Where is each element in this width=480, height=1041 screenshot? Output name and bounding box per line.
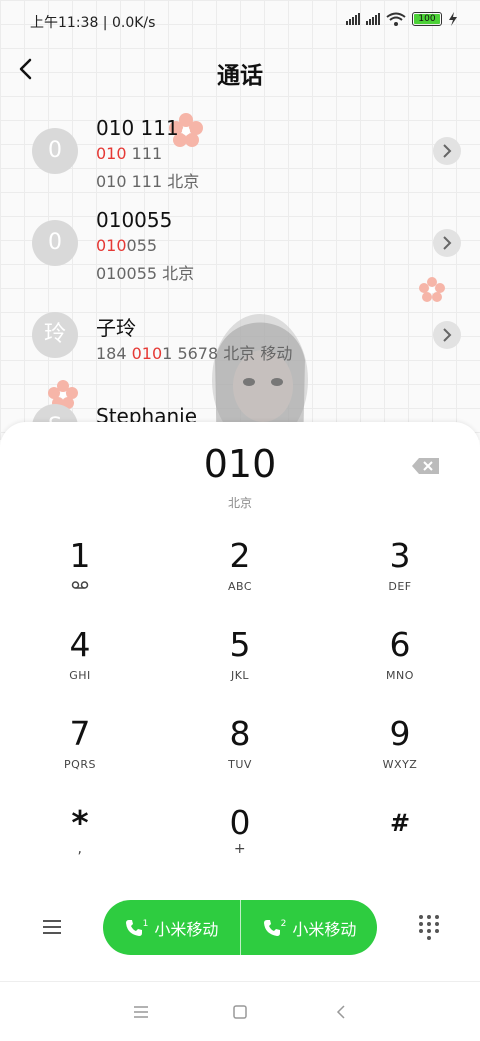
- contact-name: 010 111: [96, 116, 179, 140]
- dial-key-7[interactable]: 7 PQRS: [0, 714, 160, 802]
- recent-apps-icon[interactable]: [132, 1004, 150, 1020]
- menu-icon[interactable]: [40, 916, 64, 938]
- signal-icon: [346, 13, 360, 25]
- dialed-location: 北京: [227, 496, 252, 510]
- contact-avatar: 0: [32, 128, 78, 174]
- dialed-number: 010: [203, 442, 277, 486]
- battery-icon: 100: [412, 12, 442, 26]
- contact-detail-button[interactable]: [433, 321, 461, 349]
- contact-number-match: 010055: [96, 236, 158, 255]
- contact-name: 子玲: [96, 316, 136, 340]
- dial-key-6[interactable]: 6 MNO: [320, 625, 480, 713]
- dial-key-5[interactable]: 5 JKL: [160, 625, 320, 713]
- system-nav-bar: [0, 981, 480, 1041]
- contact-detail-button[interactable]: [433, 137, 461, 165]
- call-button-group: 1 小米移动 2 小米移动: [103, 900, 377, 955]
- backspace-icon[interactable]: [411, 456, 441, 476]
- header: 通话: [0, 50, 480, 90]
- contact-avatar: 0: [32, 220, 78, 266]
- contact-name: 010055: [96, 208, 173, 232]
- contact-row[interactable]: 0 010 111 010 111 010 111 北京: [0, 106, 480, 202]
- contact-location: 010055 北京: [96, 264, 195, 283]
- contact-number-match: 184 0101 5678 北京 移动: [96, 344, 293, 363]
- signal-icon: [366, 13, 380, 25]
- dial-key-8[interactable]: 8 TUV: [160, 714, 320, 802]
- chevron-right-icon: [443, 236, 452, 250]
- phone-icon: [125, 919, 142, 936]
- dialer-actions: 1 小米移动 2 小米移动: [0, 900, 480, 956]
- dialer-panel: 010 北京 1 2 ABC 3 DEF 4 GHI 5 JKL 6 MNO 7…: [0, 422, 480, 1040]
- dial-key-star[interactable]: * ,: [0, 803, 160, 891]
- contact-row[interactable]: 0 010055 010055 010055 北京: [0, 198, 480, 294]
- dial-key-3[interactable]: 3 DEF: [320, 536, 480, 624]
- contact-row[interactable]: 玲 子玲 184 0101 5678 北京 移动: [0, 300, 480, 396]
- dial-key-hash[interactable]: #: [320, 803, 480, 891]
- status-time-speed: 上午11:38 | 0.0K/s: [30, 15, 156, 31]
- dial-key-4[interactable]: 4 GHI: [0, 625, 160, 713]
- dial-key-0[interactable]: 0 +: [160, 803, 320, 891]
- chevron-right-icon: [443, 328, 452, 342]
- contact-number-match: 010 111: [96, 144, 163, 163]
- dial-key-9[interactable]: 9 WXYZ: [320, 714, 480, 802]
- keypad-icon[interactable]: [418, 914, 440, 940]
- charging-icon: [449, 12, 457, 26]
- status-bar: 上午11:38 | 0.0K/s 100: [0, 0, 480, 40]
- voicemail-icon: [71, 581, 89, 589]
- dial-key-1[interactable]: 1: [0, 536, 160, 624]
- page-title: 通话: [217, 63, 263, 89]
- dial-key-2[interactable]: 2 ABC: [160, 536, 320, 624]
- call-sim2-button[interactable]: 2 小米移动: [241, 900, 377, 955]
- contact-location: 010 111 北京: [96, 172, 200, 191]
- battery-level: 100: [418, 14, 436, 24]
- chevron-right-icon: [443, 144, 452, 158]
- call-sim1-button[interactable]: 1 小米移动: [103, 900, 240, 955]
- back-icon[interactable]: [334, 1004, 348, 1020]
- home-icon[interactable]: [232, 1004, 248, 1020]
- phone-icon: [263, 919, 280, 936]
- contact-detail-button[interactable]: [433, 229, 461, 257]
- contact-avatar: 玲: [32, 312, 78, 358]
- call-sim2-label: 小米移动: [292, 919, 357, 939]
- call-sim1-label: 小米移动: [154, 919, 219, 939]
- wifi-icon: [386, 12, 406, 26]
